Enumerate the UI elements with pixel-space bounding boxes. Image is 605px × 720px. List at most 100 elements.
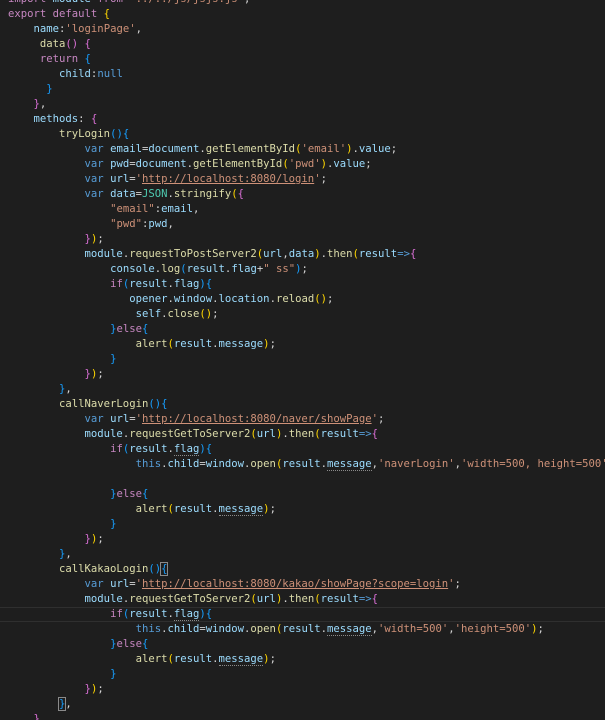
code-token: from	[91, 0, 129, 5]
code-line[interactable]: callKakaoLogin(){	[0, 562, 605, 577]
code-area[interactable]: import module from '../../js/jsjs.js';ex…	[0, 0, 605, 720]
code-token: {	[84, 38, 91, 50]
code-line[interactable]: var data=JSON.stringify({	[0, 187, 605, 202]
code-line[interactable]: });	[0, 532, 605, 547]
code-token: ,	[65, 698, 72, 710]
code-token: "email"	[110, 203, 155, 215]
code-token: 'width=500'	[378, 623, 449, 635]
code-line[interactable]: this.child=window.open(result.message,'w…	[0, 622, 605, 637]
code-token: ;	[327, 293, 334, 305]
code-line[interactable]: import module from '../../js/jsjs.js';	[0, 0, 605, 7]
code-line[interactable]: alert(result.message);	[0, 337, 605, 352]
code-line[interactable]: }	[0, 82, 605, 97]
code-token: stringify	[173, 188, 232, 200]
code-line[interactable]: "pwd":pwd,	[0, 217, 605, 232]
code-line[interactable]: });	[0, 682, 605, 697]
code-line[interactable]: if(result.flag){	[0, 607, 605, 622]
code-token: ,	[65, 548, 72, 560]
code-line[interactable]: module.requestGetToServer2(url).then(res…	[0, 592, 605, 607]
code-line[interactable]: return {	[0, 52, 605, 67]
code-line[interactable]: if(result.flag){	[0, 277, 605, 292]
code-line[interactable]: if(result.flag){	[0, 442, 605, 457]
code-line[interactable]: });	[0, 232, 605, 247]
code-line[interactable]: }else{	[0, 322, 605, 337]
code-line[interactable]: callNaverLogin(){	[0, 397, 605, 412]
code-token: reload	[275, 293, 315, 305]
code-line[interactable]: }	[0, 667, 605, 682]
code-line[interactable]: this.child=window.open(result.message,'n…	[0, 457, 605, 472]
code-line[interactable]: var url='http://localhost:8080/login';	[0, 172, 605, 187]
code-token: ;	[301, 263, 308, 275]
code-line[interactable]: }else{	[0, 487, 605, 502]
code-line[interactable]: }	[0, 517, 605, 532]
code-line[interactable]: });	[0, 367, 605, 382]
code-token: then	[288, 593, 315, 605]
code-line[interactable]: alert(result.message);	[0, 502, 605, 517]
code-token: child	[167, 623, 200, 635]
code-token: ;	[244, 0, 250, 5]
code-token: open	[250, 458, 276, 470]
code-line[interactable]: self.close();	[0, 307, 605, 322]
code-token: ;	[537, 623, 544, 635]
code-token: module	[84, 593, 123, 605]
code-line[interactable]: var pwd=document.getElementById('pwd').v…	[0, 157, 605, 172]
code-line[interactable]: console.log(result.flag+" ss");	[0, 262, 605, 277]
code-token: ()	[148, 398, 162, 410]
code-editor[interactable]: import module from '../../js/jsjs.js';ex…	[0, 0, 605, 720]
code-token: this	[135, 623, 162, 635]
code-token: child	[167, 458, 200, 470]
code-token: {	[205, 278, 213, 290]
code-token: window	[205, 458, 245, 470]
code-line[interactable]: tryLogin(){	[0, 127, 605, 142]
code-line[interactable]: export default {	[0, 7, 605, 22]
code-line[interactable]: var url='http://localhost:8080/naver/sho…	[0, 412, 605, 427]
code-token: url	[110, 173, 130, 185]
code-token: message	[218, 653, 264, 666]
code-line[interactable]: opener.window.location.reload();	[0, 292, 605, 307]
code-line[interactable]: },	[0, 547, 605, 562]
code-line[interactable]: data() {	[0, 37, 605, 52]
code-line[interactable]: child:null	[0, 67, 605, 82]
code-token: .	[212, 503, 219, 515]
code-token: tryLogin	[59, 128, 111, 140]
code-token: requestToPostServer2	[129, 248, 257, 260]
code-token: 'email'	[301, 143, 347, 155]
code-token: 'loginPage'	[65, 23, 136, 35]
code-token: message	[218, 503, 264, 516]
code-line[interactable]: }	[0, 352, 605, 367]
code-token: 'width=500, height=500'	[460, 458, 605, 470]
code-token: {	[371, 593, 379, 605]
code-token: alert	[135, 653, 168, 665]
code-line[interactable]: alert(result.message);	[0, 652, 605, 667]
code-token: ()	[199, 308, 213, 320]
code-token: ,	[193, 203, 200, 215]
code-line[interactable]: "email":email,	[0, 202, 605, 217]
code-token: http://localhost:8080/kakao/showPage?sco…	[141, 578, 449, 590]
code-line[interactable]: }else{	[0, 637, 605, 652]
code-token: {	[141, 488, 149, 500]
code-line[interactable]: var url='http://localhost:8080/kakao/sho…	[0, 577, 605, 592]
code-line[interactable]: methods: {	[0, 112, 605, 127]
code-line[interactable]: },	[0, 697, 605, 712]
code-token: {	[237, 188, 245, 200]
code-token: window	[173, 293, 213, 305]
code-token: {	[90, 113, 98, 125]
code-line[interactable]: name:'loginPage',	[0, 22, 605, 37]
code-line[interactable]	[0, 472, 605, 487]
code-line[interactable]: module.requestToPostServer2(url,data).th…	[0, 247, 605, 262]
code-line[interactable]: },	[0, 712, 605, 720]
code-line[interactable]: module.requestGetToServer2(url).then(res…	[0, 427, 605, 442]
code-token: name	[8, 23, 60, 35]
code-token: =>	[397, 248, 410, 260]
code-token: ;	[390, 143, 398, 155]
code-line[interactable]: },	[0, 382, 605, 397]
code-line[interactable]: },	[0, 97, 605, 112]
code-line[interactable]: var email=document.getElementById('email…	[0, 142, 605, 157]
